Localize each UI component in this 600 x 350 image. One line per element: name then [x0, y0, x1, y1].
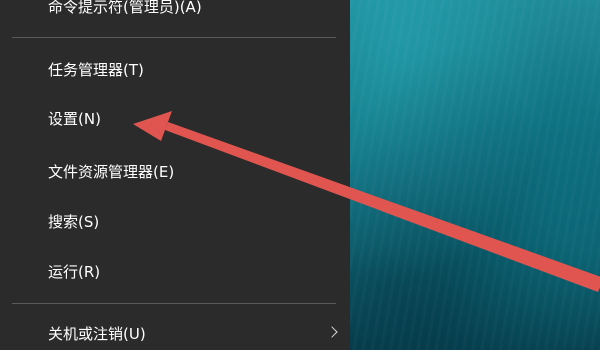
menu-item-label: 文件资源管理器(E): [48, 162, 175, 181]
menu-item-label: 搜索(S): [48, 212, 100, 231]
menu-item-command-prompt-admin[interactable]: 命令提示符(管理员)(A): [0, 0, 350, 26]
menu-separator: [12, 303, 336, 304]
desktop-wallpaper: [350, 0, 600, 350]
menu-item-shutdown-signout[interactable]: 关机或注销(U): [0, 313, 350, 350]
menu-separator: [12, 37, 336, 38]
chevron-right-icon: [326, 326, 338, 338]
menu-item-task-manager[interactable]: 任务管理器(T): [0, 49, 350, 89]
menu-item-settings[interactable]: 设置(N): [0, 98, 350, 138]
menu-item-label: 设置(N): [48, 109, 101, 128]
menu-item-search[interactable]: 搜索(S): [0, 201, 350, 241]
menu-item-label: 任务管理器(T): [48, 60, 144, 79]
menu-item-label: 关机或注销(U): [48, 324, 146, 343]
menu-item-run[interactable]: 运行(R): [0, 251, 350, 291]
screen: 命令提示符(管理员)(A) 任务管理器(T) 设置(N) 文件资源管理器(E) …: [0, 0, 600, 350]
menu-item-label: 命令提示符(管理员)(A): [48, 0, 202, 16]
menu-item-label: 运行(R): [48, 262, 101, 281]
menu-item-file-explorer[interactable]: 文件资源管理器(E): [0, 151, 350, 191]
winx-context-menu: 命令提示符(管理员)(A) 任务管理器(T) 设置(N) 文件资源管理器(E) …: [0, 0, 350, 350]
